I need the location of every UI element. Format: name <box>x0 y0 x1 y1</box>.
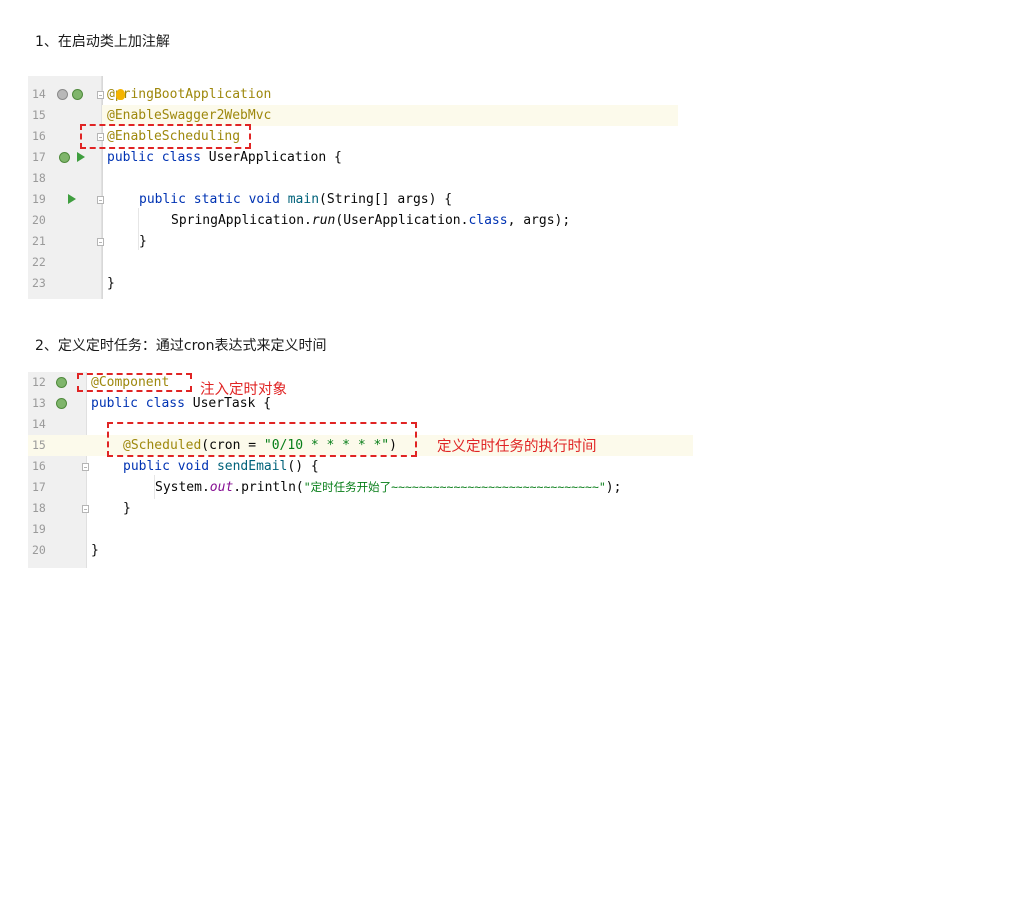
line-number: 19 <box>32 522 46 536</box>
run-icon[interactable] <box>68 194 76 204</box>
line-number: 16 <box>32 459 46 473</box>
run-icon[interactable] <box>77 152 85 162</box>
line-number: 17 <box>32 150 46 164</box>
code-line-19: 19 public static void main(String[] args… <box>28 189 678 210</box>
code-line-23: 23 } <box>28 273 678 294</box>
line-number: 18 <box>32 501 46 515</box>
code-block-user-task: 12 @Component 13 public class UserTask {… <box>28 372 693 568</box>
spring-bean-icon[interactable] <box>72 89 83 100</box>
closing-brace: } <box>91 543 99 558</box>
code-line-17: 17 public class UserApplication { <box>28 147 678 168</box>
println-call: System.out.println("定时任务开始了~~~~~~~~~~~~~… <box>155 480 622 495</box>
fold-icon[interactable] <box>82 463 89 471</box>
code-line-18: 18 } <box>28 498 693 519</box>
spring-bean-icon[interactable] <box>56 377 67 388</box>
send-email-method-declaration: public void sendEmail() { <box>123 459 319 474</box>
line-number: 14 <box>32 87 46 101</box>
code-line-15: @EnableSwagger2WebMvc <box>102 105 678 126</box>
line-number: 20 <box>32 543 46 557</box>
code-block-startup-class: 14 @pringBootApplication @EnableSwagger2… <box>28 76 678 299</box>
code-line-19: 19 <box>28 519 693 540</box>
fold-icon[interactable] <box>97 91 104 99</box>
line-number: 15 <box>32 108 46 122</box>
highlight-box-scheduled <box>107 422 417 457</box>
fold-icon[interactable] <box>97 196 104 204</box>
code-line-16: 16 public void sendEmail() { <box>28 456 693 477</box>
annotation-spring-boot-application: @pringBootApplication <box>107 87 272 102</box>
code-line-20: 20 } <box>28 540 693 561</box>
spring-bean-icon[interactable] <box>59 152 70 163</box>
line-number: 20 <box>32 213 46 227</box>
spring-application-run-call: SpringApplication.run(UserApplication.cl… <box>171 213 571 228</box>
fold-icon[interactable] <box>97 238 104 246</box>
lightbulb-icon[interactable] <box>116 89 125 100</box>
annotation-enable-swagger: @EnableSwagger2WebMvc <box>107 108 272 123</box>
line-number: 16 <box>32 129 46 143</box>
annotation-label-schedule-time: 定义定时任务的执行时间 <box>437 439 597 455</box>
line-number: 12 <box>32 375 46 389</box>
line-number: 21 <box>32 234 46 248</box>
line-number: 15 <box>32 438 46 452</box>
heading-step1: 1、在启动类上加注解 <box>35 34 170 50</box>
code-line-22: 22 <box>28 252 678 273</box>
line-number: 14 <box>32 417 46 431</box>
line-number: 23 <box>32 276 46 290</box>
closing-brace: } <box>107 276 115 291</box>
line-number: 17 <box>32 480 46 494</box>
annotation-label-inject: 注入定时对象 <box>200 382 287 398</box>
highlight-box-enable-scheduling <box>80 124 251 149</box>
heading-step2: 2、定义定时任务：通过cron表达式来定义时间 <box>35 338 327 354</box>
code-line-13: 13 public class UserTask { <box>28 393 693 414</box>
bean-icon[interactable] <box>57 89 68 100</box>
code-line-18: 18 <box>28 168 678 189</box>
main-method-declaration: public static void main(String[] args) { <box>139 192 453 207</box>
line-number: 19 <box>32 192 46 206</box>
spring-bean-icon[interactable] <box>56 398 67 409</box>
line-number: 22 <box>32 255 46 269</box>
code-line-14: 14 @pringBootApplication <box>28 84 678 105</box>
closing-brace: } <box>123 501 131 516</box>
code-line-17: 17 System.out.println("定时任务开始了~~~~~~~~~~… <box>28 477 693 498</box>
code-line-21: 21 } <box>28 231 678 252</box>
class-declaration: public class UserApplication { <box>107 150 342 165</box>
highlight-box-component <box>77 373 192 392</box>
line-number: 13 <box>32 396 46 410</box>
fold-icon[interactable] <box>82 505 89 513</box>
code-line-20: 20 SpringApplication.run(UserApplication… <box>28 210 678 231</box>
line-number: 18 <box>32 171 46 185</box>
closing-brace: } <box>139 234 147 249</box>
